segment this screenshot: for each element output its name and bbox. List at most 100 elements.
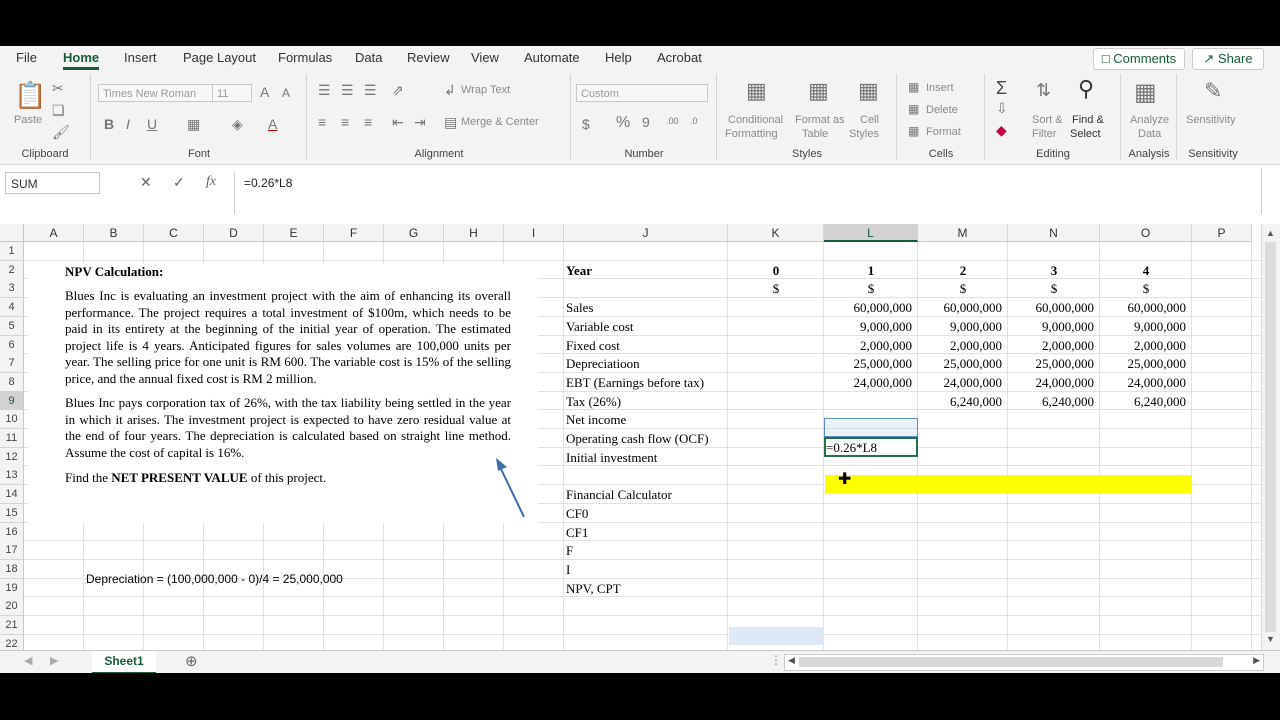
decrease-decimal-icon[interactable]: .0 <box>690 116 698 126</box>
column-header-e[interactable]: E <box>264 224 324 242</box>
variable-cost-value[interactable]: 9,000,000 <box>1100 317 1186 336</box>
decrease-font-icon[interactable]: A <box>282 86 290 100</box>
cell-styles-icon[interactable]: ▦ <box>858 78 879 104</box>
delete-cells-icon[interactable]: ▦ <box>908 102 919 116</box>
align-top-icon[interactable]: ☰ <box>318 82 331 99</box>
tab-automate[interactable]: Automate <box>524 50 580 65</box>
sort-filter-icon[interactable]: ⇅ <box>1036 80 1051 101</box>
wrap-text-icon[interactable]: ↲ <box>444 82 456 99</box>
column-header-k[interactable]: K <box>728 224 824 242</box>
fixed-cost-value[interactable]: 2,000,000 <box>1008 336 1094 355</box>
merge-center-button[interactable]: Merge & Center <box>461 116 539 128</box>
npv-value[interactable]: 5,089,664.73 <box>728 579 824 598</box>
tax-value[interactable]: 6,240,000 <box>918 392 1002 411</box>
depreciation-value[interactable]: 25,000,000 <box>1100 354 1187 373</box>
row-header-9[interactable]: 9 <box>0 391 24 411</box>
tab-formulas[interactable]: Formulas <box>278 50 332 65</box>
tab-file[interactable]: File <box>16 50 37 65</box>
depreciation-value[interactable]: 25,000,000 <box>824 354 913 373</box>
vertical-scroll-thumb[interactable] <box>1265 242 1276 632</box>
row-header-5[interactable]: 5 <box>0 316 24 336</box>
row-header-16[interactable]: 16 <box>0 522 24 542</box>
format-painter-icon[interactable]: 🖌 <box>52 124 70 141</box>
scroll-right-icon[interactable]: ▶ <box>1253 655 1260 666</box>
active-cell-l9[interactable]: =0.26*L8 <box>824 437 918 457</box>
tab-page-layout[interactable]: Page Layout <box>183 50 256 65</box>
column-header-p[interactable]: P <box>1192 224 1252 242</box>
worksheet-grid[interactable]: ABCDEFGHIJKLMNOP 1 2 3 4 5 6 7 8 9 10 11 12 13 14 15 16… <box>0 224 1262 650</box>
ocf-value[interactable]: 42,760,000 <box>918 429 1003 448</box>
problem-textbox[interactable]: NPV Calculation: Blues Inc is evaluating… <box>28 264 538 524</box>
wrap-text-button[interactable]: Wrap Text <box>461 84 510 96</box>
prev-sheet-icon[interactable]: ◀ <box>24 654 32 667</box>
row-header-10[interactable]: 10 <box>0 410 24 430</box>
row-header-20[interactable]: 20 <box>0 597 24 617</box>
variable-cost-value[interactable]: 9,000,000 <box>918 317 1002 336</box>
row-header-6[interactable]: 6 <box>0 335 24 355</box>
tax-value[interactable]: 6,240,000 <box>1008 392 1094 411</box>
column-header-j[interactable]: J <box>564 224 728 242</box>
tab-help[interactable]: Help <box>605 50 632 65</box>
cut-icon[interactable]: ✂ <box>52 80 64 97</box>
share-button[interactable]: ↗ Share <box>1192 48 1264 70</box>
underline-icon[interactable]: U <box>147 116 157 132</box>
row-header-21[interactable]: 21 <box>0 616 24 635</box>
tab-insert[interactable]: Insert <box>124 50 157 65</box>
insert-cells-icon[interactable]: ▦ <box>908 80 919 94</box>
conditional-formatting-icon[interactable]: ▦ <box>746 78 767 104</box>
bold-icon[interactable]: B <box>104 116 114 132</box>
tab-view[interactable]: View <box>471 50 499 65</box>
vertical-scrollbar[interactable]: ▲ ▼ <box>1261 224 1280 650</box>
tax-value[interactable]: 6,240,000 <box>1100 392 1186 411</box>
ocf-value[interactable]: 42,760,000 <box>1008 429 1095 448</box>
scroll-down-icon[interactable]: ▼ <box>1266 634 1275 644</box>
fixed-cost-value[interactable]: 2,000,000 <box>1100 336 1186 355</box>
comments-button[interactable]: □ Comments <box>1093 48 1185 70</box>
column-header-h[interactable]: H <box>444 224 504 242</box>
align-bottom-icon[interactable]: ☰ <box>364 82 377 99</box>
sales-value[interactable]: 60,000,000 <box>824 298 913 317</box>
font-size-select[interactable]: 11 <box>212 84 252 102</box>
row-header-3[interactable]: 3 <box>0 279 24 299</box>
number-format-select[interactable]: Custom <box>576 84 708 102</box>
add-sheet-icon[interactable]: ⊕ <box>185 652 198 670</box>
copy-icon[interactable]: ❏ <box>52 102 65 119</box>
analyze-data-icon[interactable]: ▦ <box>1134 78 1157 107</box>
row-header-13[interactable]: 13 <box>0 466 24 486</box>
align-right-icon[interactable]: ≡ <box>364 114 372 130</box>
currency-icon[interactable]: $ <box>582 116 590 132</box>
sheet-tab-sheet1[interactable]: Sheet1 <box>92 651 156 673</box>
ebt-value[interactable]: 24,000,000 <box>1100 373 1187 392</box>
cancel-icon[interactable]: ✕ <box>140 174 152 191</box>
scroll-left-icon[interactable]: ◀ <box>788 655 795 666</box>
sales-value[interactable]: 60,000,000 <box>1100 298 1187 317</box>
row-header-1[interactable]: 1 <box>0 242 24 261</box>
next-sheet-icon[interactable]: ▶ <box>50 654 58 667</box>
ocf-value[interactable]: 42,760,000 <box>1100 429 1187 448</box>
row-header-14[interactable]: 14 <box>0 485 24 505</box>
column-header-g[interactable]: G <box>384 224 444 242</box>
fill-icon[interactable]: ⇩ <box>996 100 1008 117</box>
decrease-indent-icon[interactable]: ⇤ <box>392 114 404 131</box>
comma-icon[interactable]: 9 <box>642 114 650 130</box>
horizontal-scrollbar[interactable]: ◀ ▶ <box>784 654 1264 671</box>
depreciation-value[interactable]: 25,000,000 <box>1008 354 1095 373</box>
column-header-n[interactable]: N <box>1008 224 1100 242</box>
row-header-19[interactable]: 19 <box>0 578 24 598</box>
column-header-i[interactable]: I <box>504 224 564 242</box>
column-header-l[interactable]: L <box>824 224 918 242</box>
row-header-18[interactable]: 18 <box>0 559 24 579</box>
row-header-17[interactable]: 17 <box>0 541 24 561</box>
tab-data[interactable]: Data <box>355 50 382 65</box>
column-header-f[interactable]: F <box>324 224 384 242</box>
row-header-7[interactable]: 7 <box>0 354 24 374</box>
percent-icon[interactable]: % <box>616 114 630 132</box>
column-header-b[interactable]: B <box>84 224 144 242</box>
column-header-a[interactable]: A <box>24 224 84 242</box>
fixed-cost-value[interactable]: 2,000,000 <box>824 336 912 355</box>
italic-icon[interactable]: I <box>126 116 130 132</box>
sensitivity-icon[interactable]: ✎ <box>1204 78 1222 104</box>
format-cells-icon[interactable]: ▦ <box>908 124 919 138</box>
tab-split-handle[interactable]: ⋮ <box>770 653 782 667</box>
clear-icon[interactable]: ◆ <box>996 122 1007 139</box>
